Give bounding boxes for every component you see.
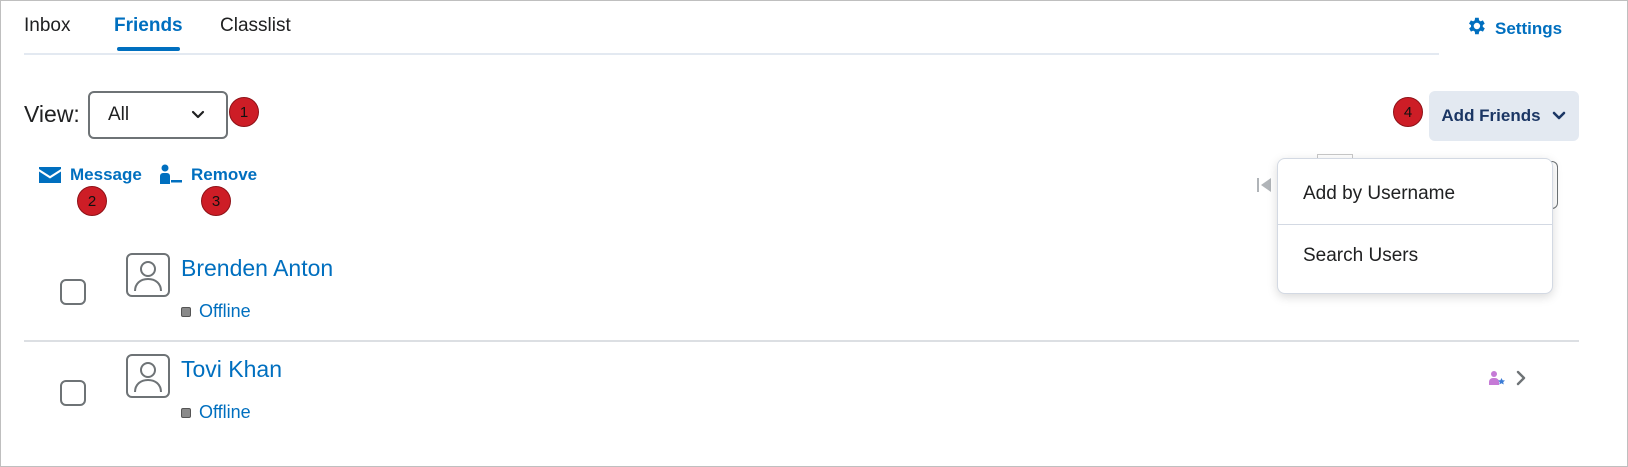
user-silhouette-icon	[134, 362, 162, 393]
remove-user-icon	[160, 164, 182, 184]
friend-status-label: Offline	[199, 402, 251, 422]
chevron-down-icon	[1552, 111, 1565, 120]
add-friends-menu: Add by Username Search Users	[1277, 158, 1553, 294]
friend-status-label: Offline	[199, 301, 251, 321]
friend-status[interactable]: Offline	[181, 402, 251, 423]
view-select-value: All	[108, 104, 130, 125]
callout-badge-4: 4	[1393, 97, 1423, 127]
view-select[interactable]: All	[88, 91, 228, 139]
friend-checkbox[interactable]	[60, 279, 86, 305]
envelope-icon	[39, 167, 61, 183]
active-tab-indicator	[117, 47, 180, 51]
user-star-icon[interactable]	[1488, 369, 1506, 387]
row-actions	[1488, 369, 1530, 387]
first-page-icon[interactable]	[1256, 177, 1274, 193]
chevron-right-icon[interactable]	[1512, 369, 1530, 387]
message-label: Message	[70, 165, 142, 184]
callout-badge-1: 1	[229, 97, 259, 127]
gear-icon	[1465, 15, 1487, 42]
callout-badge-2: 2	[77, 186, 107, 216]
message-button[interactable]: Message	[38, 164, 142, 186]
tab-bar: Inbox Friends Classlist	[24, 1, 1439, 55]
user-silhouette-icon	[134, 261, 162, 292]
offline-status-icon	[181, 407, 191, 418]
tab-classlist[interactable]: Classlist	[220, 15, 291, 37]
add-friends-label: Add Friends	[1441, 106, 1541, 125]
menu-item-search-users[interactable]: Search Users	[1278, 225, 1552, 286]
tab-friends[interactable]: Friends	[114, 15, 183, 37]
friend-checkbox[interactable]	[60, 380, 86, 406]
remove-label: Remove	[191, 165, 258, 184]
friend-name[interactable]: Brenden Anton	[181, 255, 333, 282]
friends-page: Inbox Friends Classlist Settings View: A…	[0, 0, 1628, 467]
row-divider	[24, 340, 1579, 342]
friend-status[interactable]: Offline	[181, 301, 251, 322]
offline-status-icon	[181, 306, 191, 317]
remove-button[interactable]: Remove	[159, 164, 257, 186]
settings-link[interactable]: Settings	[1465, 15, 1562, 42]
menu-item-add-by-username[interactable]: Add by Username	[1278, 164, 1552, 225]
view-label: View:	[24, 101, 80, 127]
avatar	[126, 253, 170, 297]
friend-name[interactable]: Tovi Khan	[181, 356, 282, 383]
settings-label: Settings	[1495, 18, 1563, 38]
callout-badge-3: 3	[201, 186, 231, 216]
chevron-down-icon	[191, 110, 205, 119]
tab-inbox[interactable]: Inbox	[24, 15, 70, 37]
avatar	[126, 354, 170, 398]
add-friends-button[interactable]: Add Friends	[1429, 91, 1579, 141]
